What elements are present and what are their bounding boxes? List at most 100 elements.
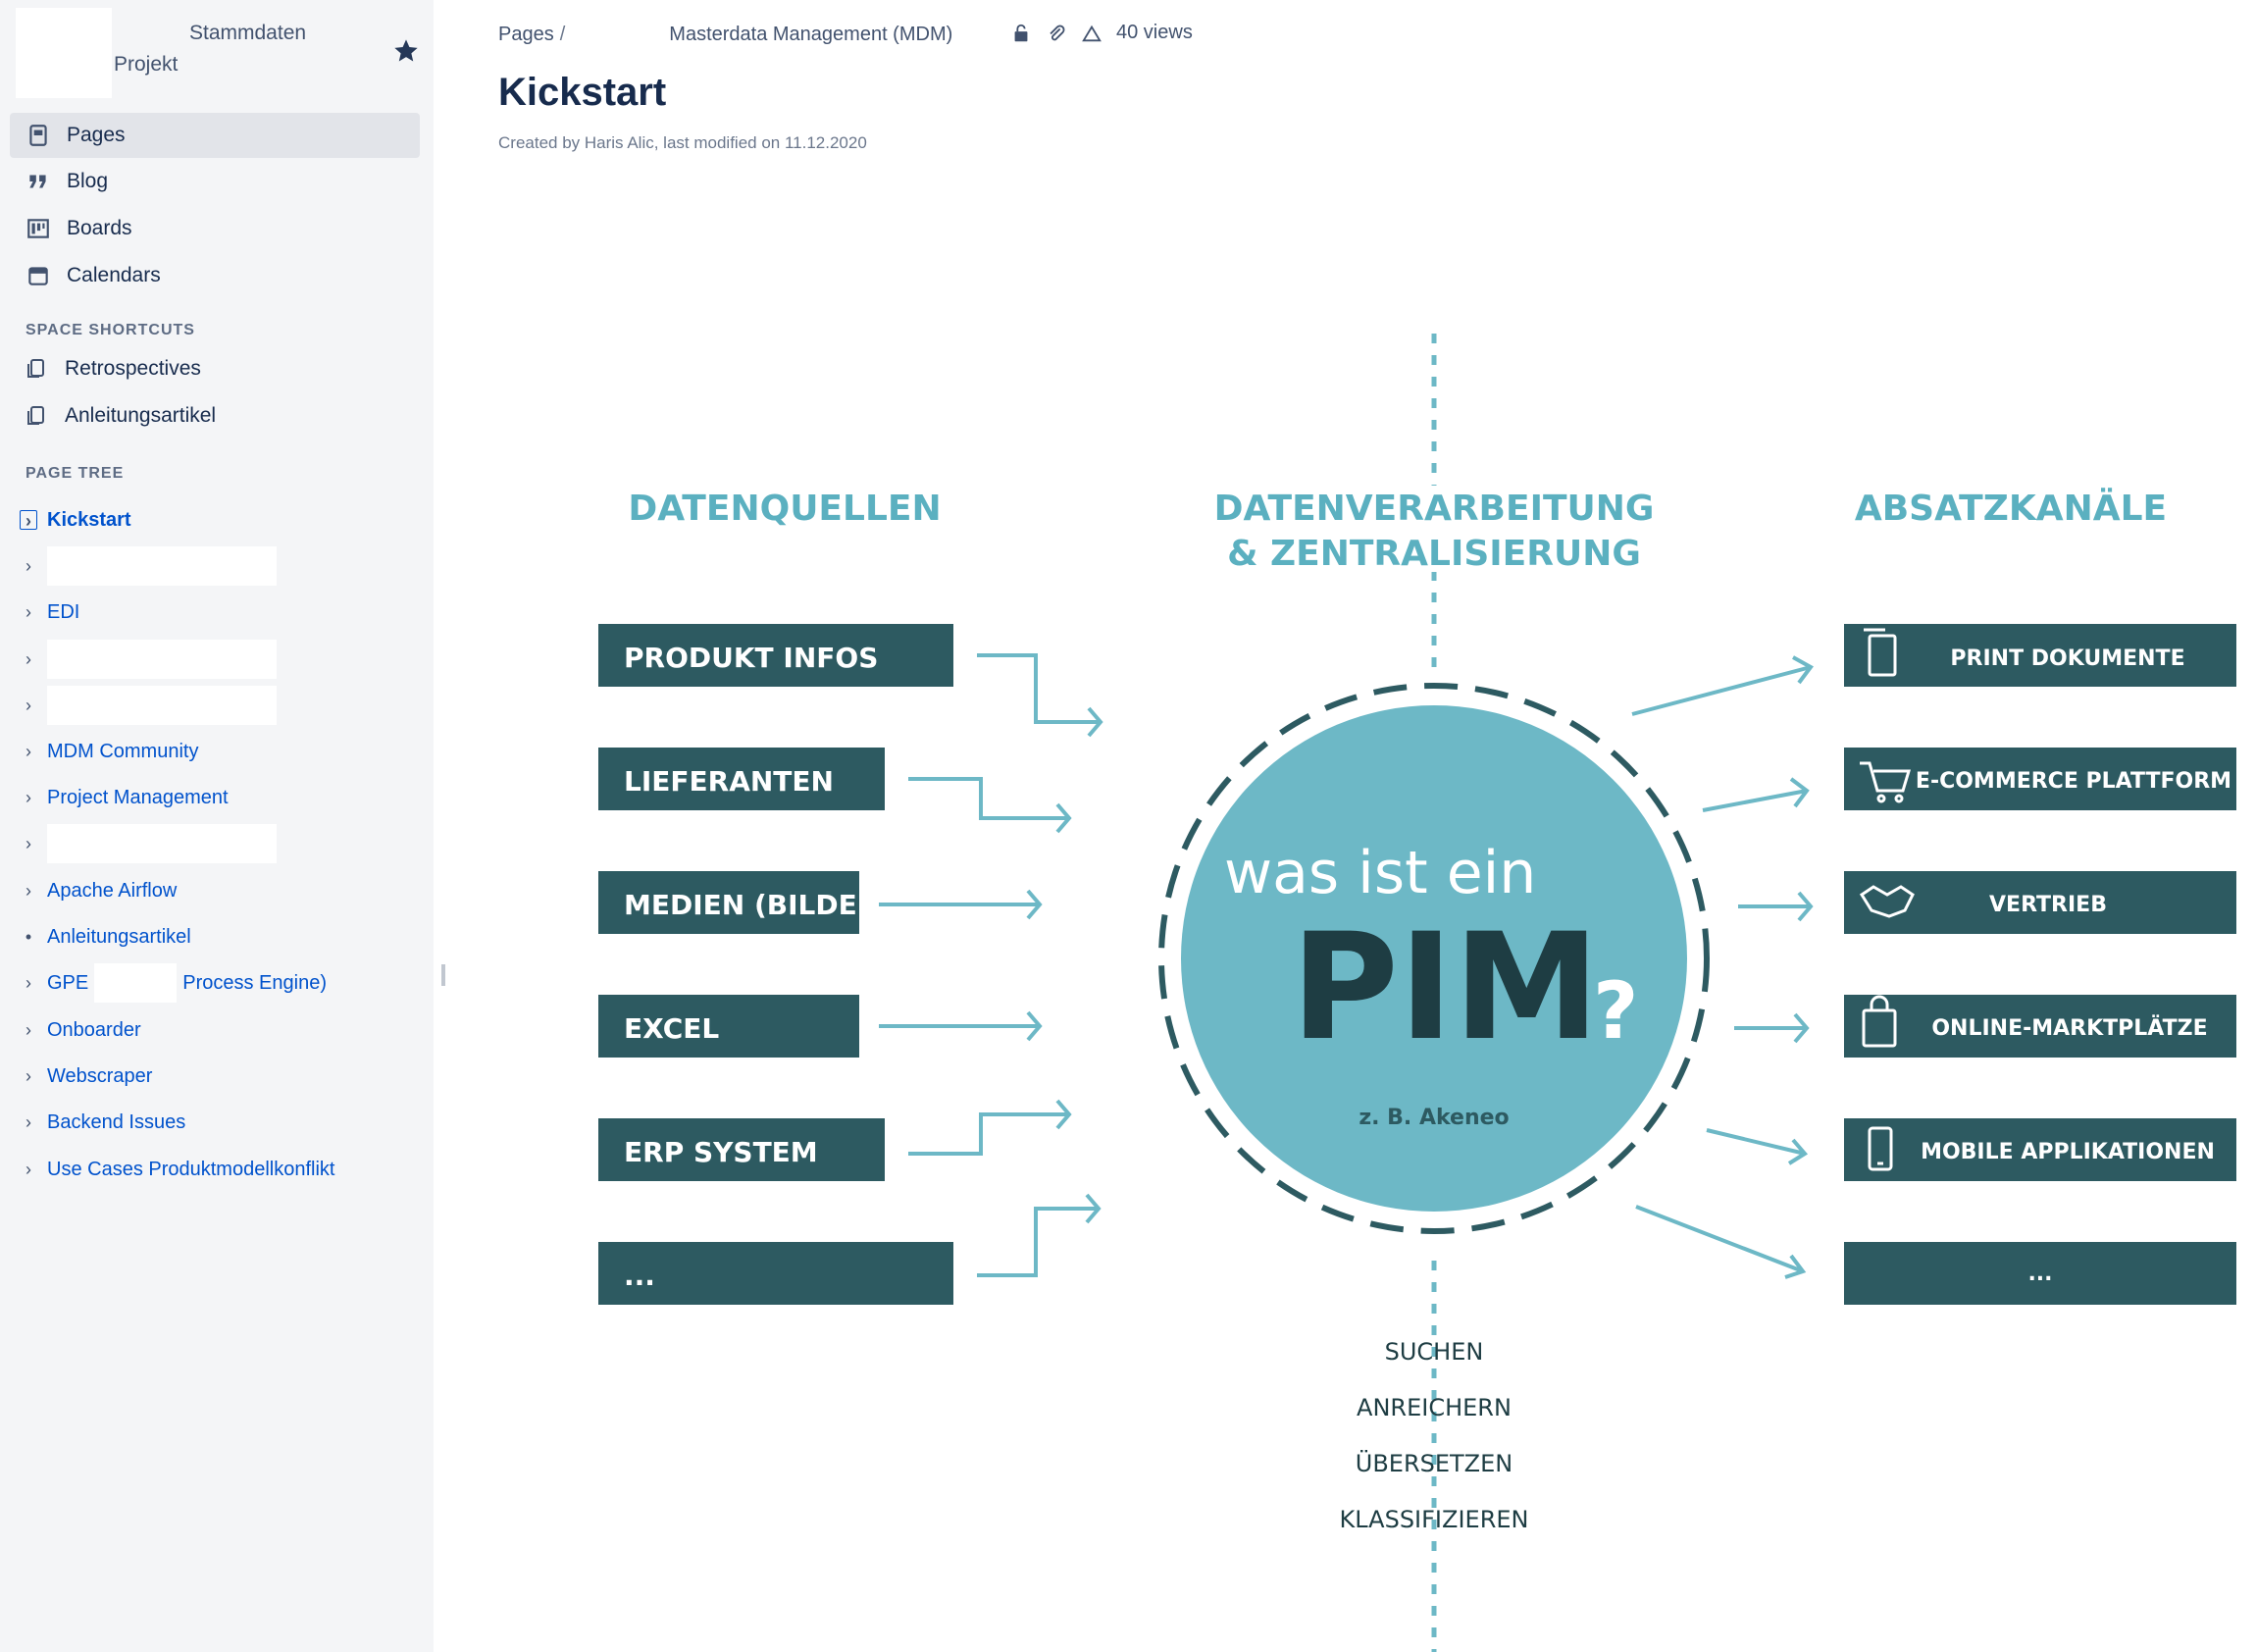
- channel-label: MOBILE APPLIKATIONEN: [1921, 1140, 2215, 1164]
- redacted-label: [47, 546, 277, 586]
- page-byline: Created by Haris Alic, last modified on …: [498, 133, 867, 152]
- sidebar-resize-handle[interactable]: [441, 964, 445, 986]
- chevron-right-icon[interactable]: ›: [20, 881, 37, 901]
- tree-item-hidden-1[interactable]: ›: [20, 546, 277, 586]
- tree-item-onboarder[interactable]: › Onboarder: [20, 1013, 141, 1047]
- nav-label: Blog: [67, 170, 109, 192]
- source-label: ...: [624, 1260, 655, 1292]
- shortcut-anleitungsartikel[interactable]: Anleitungsartikel: [26, 404, 216, 428]
- chevron-right-icon[interactable]: ›: [20, 1112, 37, 1132]
- tree-item-project-management[interactable]: › Project Management: [20, 781, 229, 814]
- space-header: Stammdaten Projekt: [0, 0, 434, 108]
- chevron-right-icon[interactable]: ›: [20, 556, 37, 576]
- connector-line: [908, 777, 1069, 820]
- tree-item-edi[interactable]: › EDI: [20, 595, 79, 629]
- view-count[interactable]: 40 views: [1116, 22, 1193, 44]
- tree-item-label: Anleitungsartikel: [47, 925, 191, 948]
- calendar-icon: [28, 267, 48, 285]
- connector-line: [1702, 789, 1808, 812]
- space-name-line1[interactable]: Stammdaten: [189, 22, 306, 45]
- lock-icon[interactable]: [1010, 23, 1032, 44]
- tree-item-label: GPE: [47, 971, 89, 994]
- tree-item-anleitungsartikel[interactable]: • Anleitungsartikel: [20, 920, 191, 954]
- chevron-right-icon[interactable]: ›: [20, 973, 37, 993]
- page-title: Kickstart: [498, 71, 667, 114]
- tree-item-label: Backend Issues: [47, 1110, 186, 1133]
- connector-line: [1706, 1128, 1806, 1156]
- column-title-channels: ABSATZKANÄLE: [1855, 488, 2167, 529]
- channel-label: ...: [2027, 1262, 2052, 1286]
- nav-label: Calendars: [67, 264, 161, 286]
- tree-item-label: Project Management: [47, 786, 229, 808]
- redacted-label: [47, 824, 277, 863]
- tree-item-use-cases[interactable]: › Use Cases Produktmodellkonflikt: [20, 1153, 334, 1186]
- page-copy-icon: [27, 359, 44, 378]
- chevron-right-icon[interactable]: ›: [20, 649, 37, 669]
- bullet-icon: •: [25, 927, 32, 947]
- tree-item-label: Process Engine): [182, 971, 327, 994]
- chevron-right-icon[interactable]: ›: [20, 1066, 37, 1086]
- shortcut-retrospectives[interactable]: Retrospectives: [26, 357, 201, 381]
- breadcrumb-pages[interactable]: Pages: [498, 24, 554, 46]
- nav-item-boards[interactable]: Boards: [10, 206, 420, 251]
- channel-label: PRINT DOKUMENTE: [1950, 646, 2184, 671]
- space-name-line2[interactable]: Projekt: [114, 53, 178, 77]
- tree-item-hidden-3[interactable]: ›: [20, 686, 277, 725]
- tree-item-label: Webscraper: [47, 1064, 153, 1087]
- connector-line: [908, 1112, 1069, 1156]
- shortcut-label: Retrospectives: [65, 357, 201, 380]
- tree-item-hidden-4[interactable]: ›: [20, 824, 277, 863]
- space-logo[interactable]: [16, 8, 112, 98]
- page-tree-title: PAGE TREE: [26, 465, 125, 482]
- tree-item-label: Onboarder: [47, 1018, 141, 1041]
- attachment-icon[interactable]: [1046, 23, 1067, 44]
- analytics-icon[interactable]: [1081, 23, 1102, 44]
- tree-item-hidden-2[interactable]: ›: [20, 640, 277, 679]
- tree-item-mdm-community[interactable]: › MDM Community: [20, 735, 198, 768]
- source-label: LIEFERANTEN: [624, 765, 834, 798]
- chevron-right-icon[interactable]: ›: [20, 742, 37, 761]
- breadcrumb-parent[interactable]: Masterdata Management (MDM): [669, 24, 952, 46]
- quote-icon: [29, 175, 46, 188]
- tree-item-kickstart[interactable]: › Kickstart: [20, 503, 131, 537]
- column-title-processing-2: & ZENTRALISIERUNG: [1227, 534, 1641, 574]
- tree-item-apache-airflow[interactable]: › Apache Airflow: [20, 874, 177, 907]
- chevron-right-icon[interactable]: ›: [20, 696, 37, 715]
- pim-question-mark: ?: [1593, 965, 1638, 1057]
- breadcrumb-separator: /: [559, 23, 566, 45]
- chevron-right-icon[interactable]: ›: [20, 602, 37, 622]
- board-icon: [27, 219, 49, 238]
- tree-item-label: Apache Airflow: [47, 879, 178, 902]
- column-title-processing-1: DATENVERARBEITUNG: [1214, 489, 1655, 529]
- pim-diagram: DATENQUELLEN DATENVERARBEITUNG & ZENTRAL…: [598, 334, 2236, 1652]
- tree-item-label: MDM Community: [47, 740, 199, 762]
- chevron-right-icon[interactable]: ›: [20, 834, 37, 853]
- page-copy-icon: [27, 406, 44, 425]
- tree-item-backend-issues[interactable]: › Backend Issues: [20, 1106, 185, 1139]
- tree-item-label: Kickstart: [47, 508, 131, 531]
- redacted-label: [94, 963, 178, 1003]
- tree-item-label: Use Cases Produktmodellkonflikt: [47, 1158, 335, 1180]
- pages-icon: [29, 125, 47, 146]
- chevron-right-icon[interactable]: ›: [20, 1160, 37, 1179]
- tree-item-gpe[interactable]: › GPE Process Engine): [20, 963, 327, 1003]
- nav-item-calendars[interactable]: Calendars: [10, 253, 420, 298]
- nav-item-blog[interactable]: Blog: [10, 159, 420, 204]
- chevron-right-icon[interactable]: ›: [20, 510, 37, 531]
- breadcrumb: Pages / Masterdata Management (MDM): [498, 22, 952, 47]
- tree-item-label: EDI: [47, 600, 80, 623]
- source-label: MEDIEN (BILDER): [624, 889, 891, 921]
- chevron-right-icon[interactable]: ›: [20, 788, 37, 807]
- nav-item-pages[interactable]: Pages: [10, 113, 420, 158]
- connector-line: [977, 1207, 1099, 1277]
- column-title-sources: DATENQUELLEN: [628, 489, 941, 529]
- channel-label: ONLINE-MARKTPLÄTZE: [1931, 1015, 2207, 1041]
- star-icon[interactable]: [392, 37, 420, 65]
- sidebar: Stammdaten Projekt Pages Blog Boards Cal…: [0, 0, 434, 1652]
- chevron-right-icon[interactable]: ›: [20, 1020, 37, 1040]
- shortcut-label: Anleitungsartikel: [65, 404, 217, 427]
- source-label: EXCEL: [624, 1012, 719, 1045]
- tree-item-webscraper[interactable]: › Webscraper: [20, 1059, 152, 1093]
- space-shortcuts-title: SPACE SHORTCUTS: [26, 322, 195, 338]
- channel-label: VERTRIEB: [1989, 893, 2107, 917]
